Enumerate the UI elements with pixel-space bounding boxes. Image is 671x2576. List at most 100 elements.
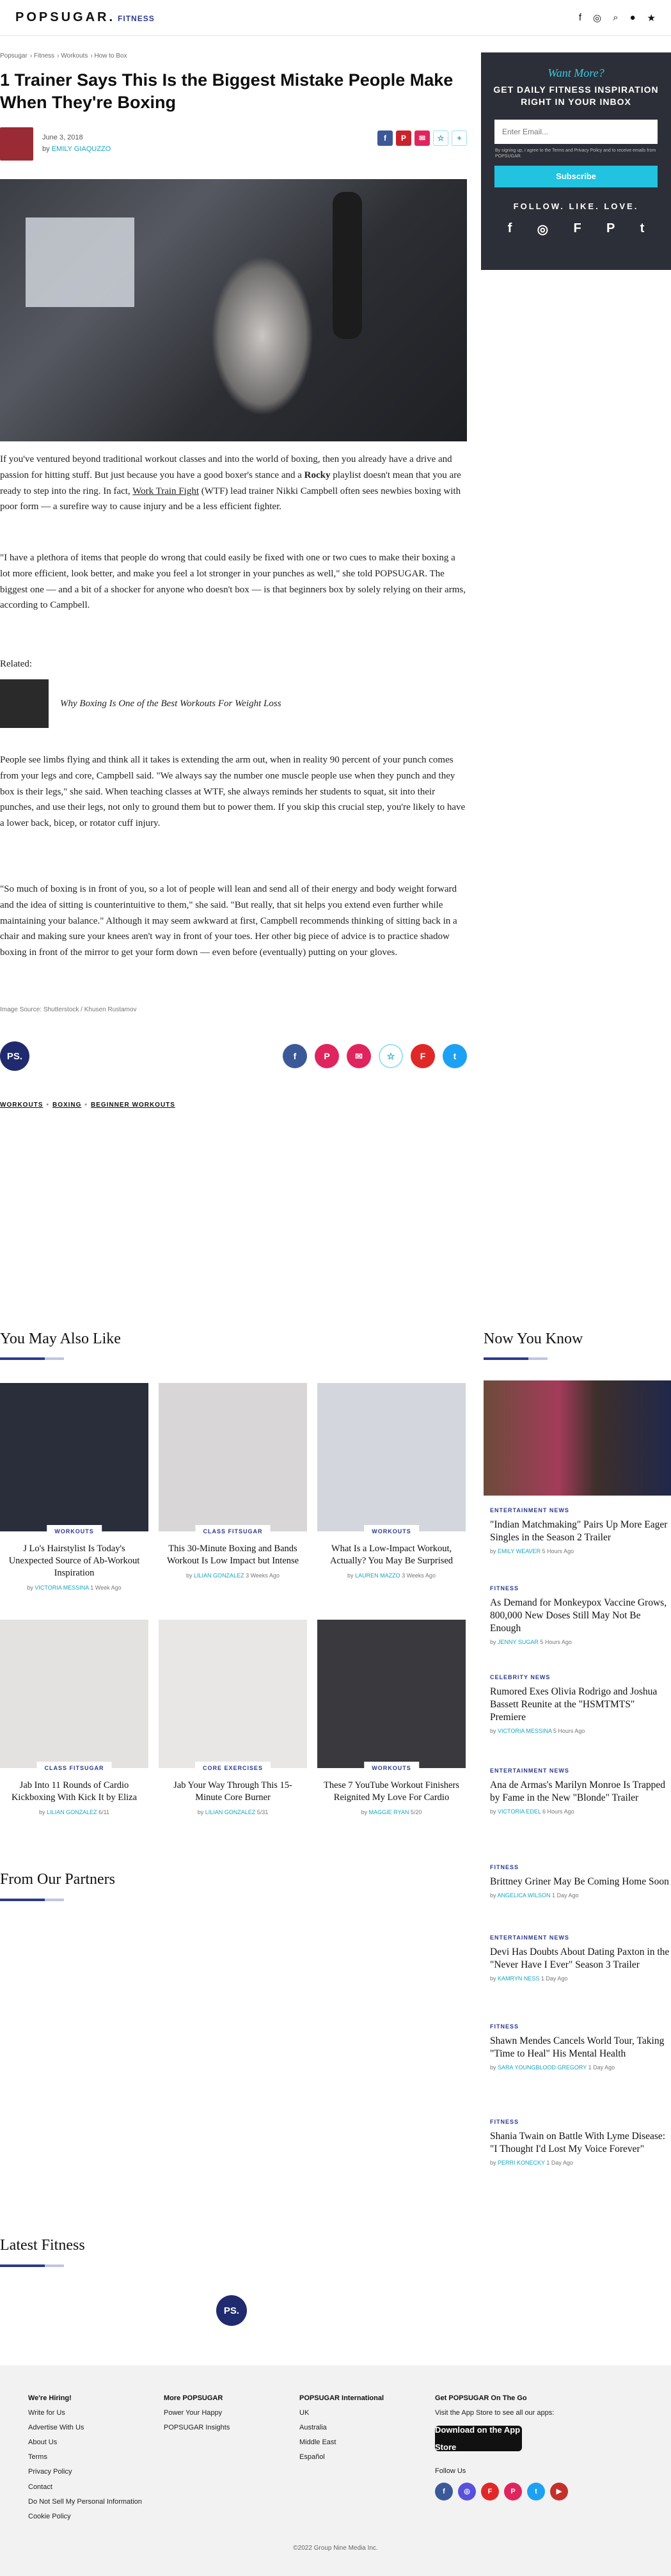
- card-image[interactable]: CLASS FITSUGAR: [0, 1620, 148, 1774]
- email-icon[interactable]: ✉: [414, 130, 430, 146]
- item-author[interactable]: SARA YOUNGBLOOD GREGORY: [498, 2064, 587, 2071]
- instagram-icon[interactable]: ◎: [593, 12, 601, 24]
- card-category[interactable]: CLASS FITSUGAR: [195, 1525, 271, 1538]
- item-author[interactable]: VICTORIA EDEL: [498, 1808, 541, 1815]
- article-card[interactable]: WORKOUTS These 7 YouTube Workout Finisher…: [317, 1620, 466, 1815]
- card-author[interactable]: LILIAN GONZALEZ: [205, 1809, 256, 1815]
- item-category[interactable]: ENTERTAINMENT NEWS: [490, 1507, 671, 1513]
- item-category[interactable]: ENTERTAINMENT NEWS: [490, 1934, 671, 1941]
- facebook-icon[interactable]: f: [508, 221, 512, 237]
- footer-link[interactable]: POPSUGAR Insights: [164, 2421, 230, 2435]
- flipboard-icon[interactable]: F: [573, 221, 581, 237]
- footer-link[interactable]: Terms: [28, 2450, 142, 2465]
- list-item[interactable]: FITNESS Shania Twain on Battle With Lyme …: [490, 2119, 671, 2166]
- author-link[interactable]: EMILY GIAQUZZO: [52, 145, 111, 153]
- card-author[interactable]: LILIAN GONZALEZ: [194, 1572, 244, 1579]
- bookmark-icon[interactable]: ☆: [379, 1044, 403, 1068]
- email-field[interactable]: Enter Email...: [494, 119, 658, 144]
- footer-link[interactable]: Cookie Policy: [28, 2509, 142, 2524]
- item-author[interactable]: PERRI KONECKY: [498, 2160, 545, 2166]
- article-card[interactable]: CORE EXERCISES Jab Your Way Through This …: [159, 1620, 307, 1815]
- footer-link[interactable]: Advertise With Us: [28, 2421, 142, 2435]
- instagram-icon[interactable]: ◎: [537, 221, 548, 237]
- item-category[interactable]: CELEBRITY NEWS: [490, 1674, 671, 1680]
- footer-link[interactable]: Australia: [299, 2421, 384, 2435]
- article-card[interactable]: WORKOUTS J Lo's Hairstylist Is Today's Un…: [0, 1383, 148, 1591]
- item-author[interactable]: ANGELICA WILSON: [498, 1892, 551, 1899]
- card-author[interactable]: LAUREN MAZZO: [355, 1572, 400, 1579]
- item-category[interactable]: FITNESS: [490, 1585, 671, 1592]
- flipboard-icon[interactable]: F: [411, 1044, 435, 1068]
- breadcrumb-item[interactable]: Fitness: [34, 52, 54, 59]
- tag-link[interactable]: WORKOUTS: [0, 1102, 43, 1109]
- facebook-icon[interactable]: f: [435, 2483, 453, 2501]
- card-category[interactable]: CLASS FITSUGAR: [36, 1762, 112, 1774]
- footer-link[interactable]: Privacy Policy: [28, 2465, 142, 2479]
- card-author[interactable]: VICTORIA MESSINA: [35, 1584, 88, 1591]
- item-author[interactable]: EMILY WEAVER: [498, 1548, 541, 1554]
- item-category[interactable]: FITNESS: [490, 2023, 671, 2030]
- pinterest-icon[interactable]: P: [315, 1044, 339, 1068]
- tag-link[interactable]: BOXING: [52, 1102, 81, 1109]
- twitter-icon[interactable]: t: [527, 2483, 545, 2501]
- subscribe-button[interactable]: Subscribe: [494, 165, 658, 187]
- list-item[interactable]: CELEBRITY NEWS Rumored Exes Olivia Rodrig…: [490, 1674, 671, 1734]
- list-item[interactable]: FITNESS As Demand for Monkeypox Vaccine G…: [490, 1585, 671, 1645]
- item-title[interactable]: Rumored Exes Olivia Rodrigo and Joshua B…: [490, 1686, 671, 1724]
- item-category[interactable]: FITNESS: [490, 1864, 671, 1870]
- footer-heading[interactable]: POPSUGAR International: [299, 2391, 384, 2406]
- item-category[interactable]: FITNESS: [490, 2119, 671, 2125]
- card-image[interactable]: CORE EXERCISES: [159, 1620, 307, 1774]
- breadcrumb-item[interactable]: How to Box: [94, 52, 127, 59]
- footer-link[interactable]: Write for Us: [28, 2406, 142, 2421]
- account-icon[interactable]: ●: [629, 12, 635, 23]
- card-title[interactable]: Jab Your Way Through This 15-Minute Core…: [159, 1780, 307, 1804]
- twitter-icon[interactable]: t: [640, 221, 645, 237]
- item-category[interactable]: ENTERTAINMENT NEWS: [490, 1767, 671, 1774]
- item-author[interactable]: KAMRYN NESS: [498, 1975, 539, 1982]
- card-author[interactable]: LILIAN GONZALEZ: [47, 1809, 97, 1815]
- card-category[interactable]: CORE EXERCISES: [194, 1762, 271, 1774]
- article-card[interactable]: CLASS FITSUGAR This 30-Minute Boxing and …: [159, 1383, 307, 1579]
- footer-link[interactable]: Power Your Happy: [164, 2406, 230, 2421]
- footer-heading[interactable]: More POPSUGAR: [164, 2391, 230, 2406]
- card-image[interactable]: WORKOUTS: [0, 1383, 148, 1538]
- item-title[interactable]: Devi Has Doubts About Dating Paxton in t…: [490, 1946, 671, 1972]
- instagram-icon[interactable]: ◎: [458, 2483, 476, 2501]
- footer-link[interactable]: Español: [299, 2450, 384, 2465]
- card-author[interactable]: MAGGIE RYAN: [369, 1809, 409, 1815]
- card-image[interactable]: CLASS FITSUGAR: [159, 1383, 307, 1538]
- inline-link[interactable]: Work Train Fight: [132, 486, 199, 496]
- breadcrumb-item[interactable]: Popsugar: [0, 52, 28, 59]
- card-category[interactable]: WORKOUTS: [364, 1525, 419, 1538]
- card-image[interactable]: WORKOUTS: [317, 1620, 466, 1774]
- youtube-icon[interactable]: ▶: [550, 2483, 568, 2501]
- footer-link[interactable]: Middle East: [299, 2435, 384, 2450]
- item-title[interactable]: Shawn Mendes Cancels World Tour, Taking …: [490, 2035, 671, 2060]
- popsugar-logo[interactable]: POPSUGAR. FITNESS: [15, 10, 155, 25]
- item-author[interactable]: VICTORIA MESSINA: [498, 1728, 551, 1734]
- breadcrumb-item[interactable]: Workouts: [61, 52, 88, 59]
- item-author[interactable]: JENNY SUGAR: [498, 1639, 539, 1645]
- list-item[interactable]: FITNESS Shawn Mendes Cancels World Tour, …: [490, 2023, 671, 2071]
- footer-link[interactable]: Contact: [28, 2480, 142, 2495]
- item-title[interactable]: "Indian Matchmaking" Pairs Up More Eager…: [490, 1519, 671, 1544]
- item-title[interactable]: Shania Twain on Battle With Lyme Disease…: [490, 2130, 671, 2156]
- star-icon[interactable]: ★: [647, 12, 656, 24]
- item-title[interactable]: Brittney Griner May Be Coming Home Soon: [490, 1876, 671, 1888]
- card-title[interactable]: What Is a Low-Impact Workout, Actually? …: [317, 1543, 466, 1567]
- flipboard-icon[interactable]: F: [481, 2483, 499, 2501]
- related-title[interactable]: Why Boxing Is One of the Best Workouts F…: [60, 699, 281, 709]
- item-title[interactable]: As Demand for Monkeypox Vaccine Grows, 8…: [490, 1597, 671, 1635]
- list-item[interactable]: ENTERTAINMENT NEWS Devi Has Doubts About …: [490, 1934, 671, 1982]
- search-icon[interactable]: ⌕: [613, 12, 618, 23]
- tag-link[interactable]: BEGINNER WORKOUTS: [91, 1102, 175, 1109]
- ps-logo[interactable]: PS.: [216, 2295, 247, 2326]
- list-item[interactable]: FITNESS Brittney Griner May Be Coming Hom…: [490, 1864, 671, 1899]
- email-icon[interactable]: ✉: [347, 1044, 371, 1068]
- article-card[interactable]: WORKOUTS What Is a Low-Impact Workout, Ac…: [317, 1383, 466, 1579]
- avatar[interactable]: [0, 127, 33, 161]
- card-image[interactable]: WORKOUTS: [317, 1383, 466, 1538]
- more-icon[interactable]: +: [452, 130, 467, 146]
- item-title[interactable]: Ana de Armas's Marilyn Monroe Is Trapped…: [490, 1779, 671, 1805]
